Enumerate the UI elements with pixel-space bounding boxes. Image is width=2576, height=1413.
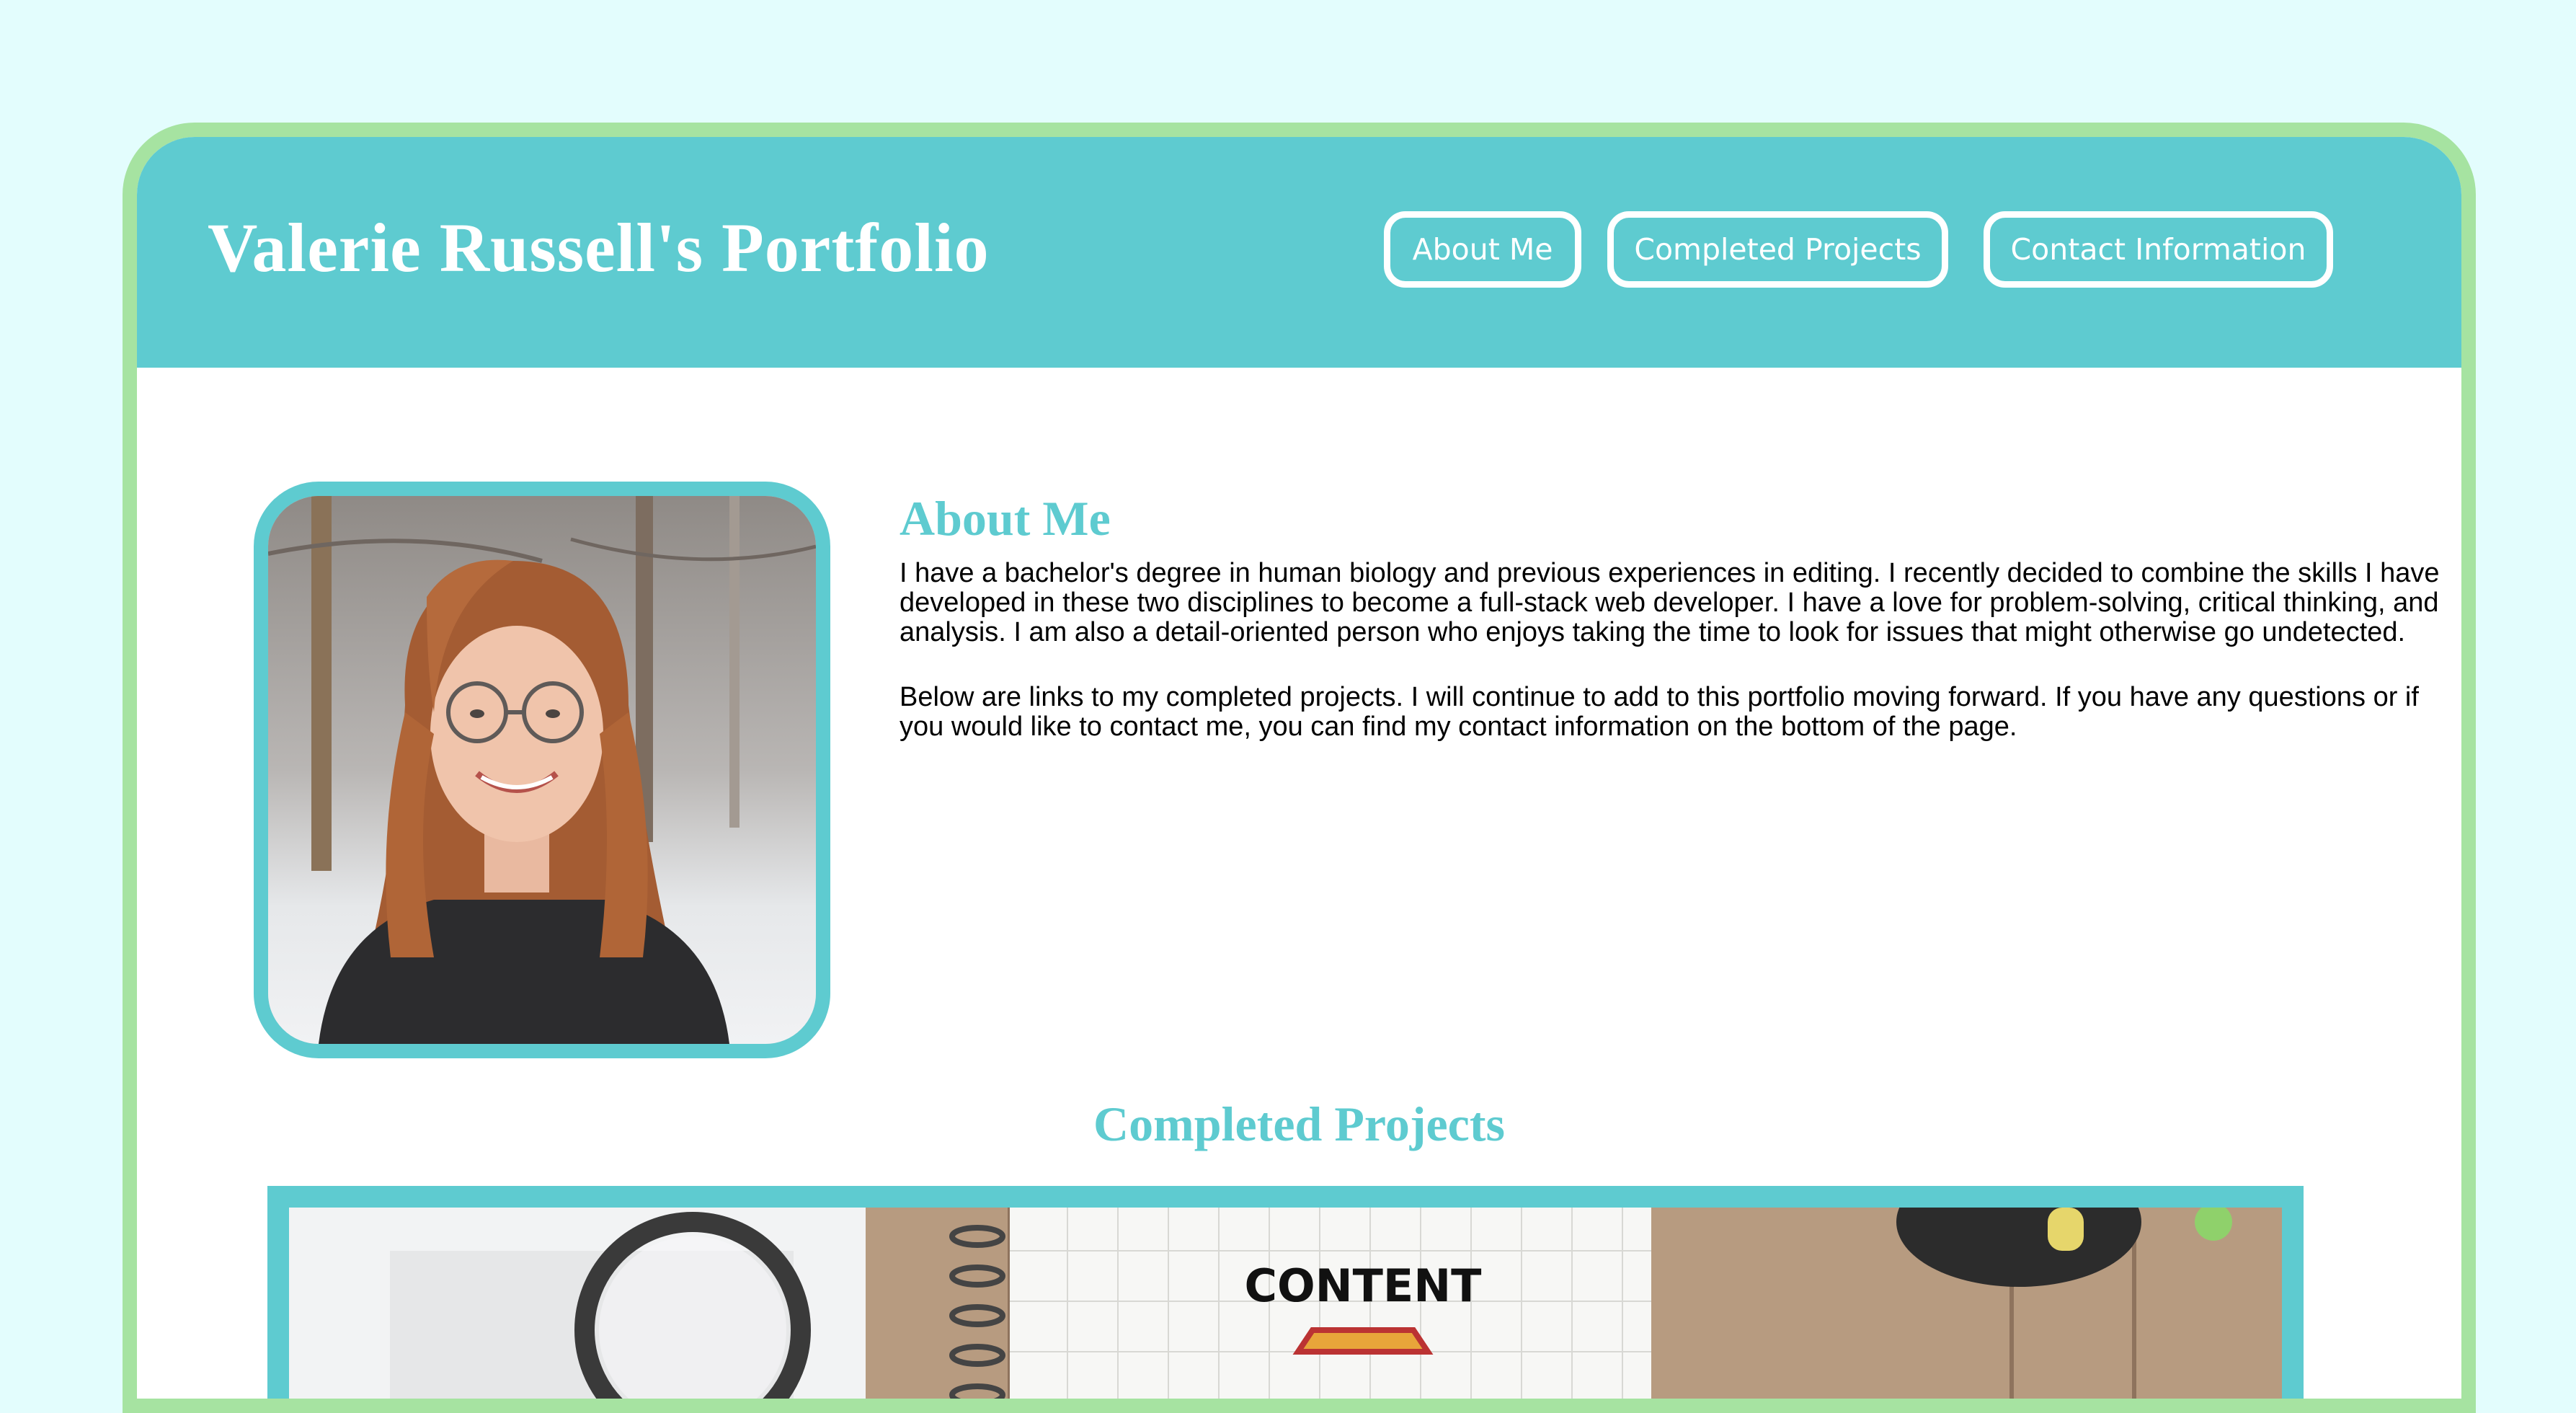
nav-about-me-button[interactable]: About Me	[1384, 211, 1581, 288]
profile-photo-illustration	[268, 496, 816, 1044]
site-title: Valerie Russell's Portfolio	[208, 209, 990, 286]
nav-about-me-label: About Me	[1412, 232, 1553, 267]
about-heading: About Me	[900, 491, 1111, 546]
projects-image-frame: CONTENT	[267, 1186, 2304, 1399]
portfolio-card: Valerie Russell's Portfolio About Me Com…	[123, 123, 2476, 1413]
project-thumbnail-illustration: CONTENT	[289, 1208, 2282, 1399]
project-thumbnail[interactable]: CONTENT	[289, 1208, 2282, 1399]
about-paragraph-1: I have a bachelor's degree in human biol…	[900, 558, 2440, 647]
site-header: Valerie Russell's Portfolio About Me Com…	[137, 137, 2461, 368]
nav-completed-projects-label: Completed Projects	[1634, 232, 1922, 267]
projects-heading: Completed Projects	[1093, 1097, 1505, 1151]
about-paragraph-2: Below are links to my completed projects…	[900, 682, 2419, 742]
nav-contact-information-button[interactable]: Contact Information	[1984, 211, 2333, 288]
nav-contact-information-label: Contact Information	[2010, 232, 2306, 267]
project-thumbnail-text: CONTENT	[1245, 1259, 1482, 1312]
nav-completed-projects-button[interactable]: Completed Projects	[1607, 211, 1948, 288]
profile-photo	[254, 482, 830, 1058]
